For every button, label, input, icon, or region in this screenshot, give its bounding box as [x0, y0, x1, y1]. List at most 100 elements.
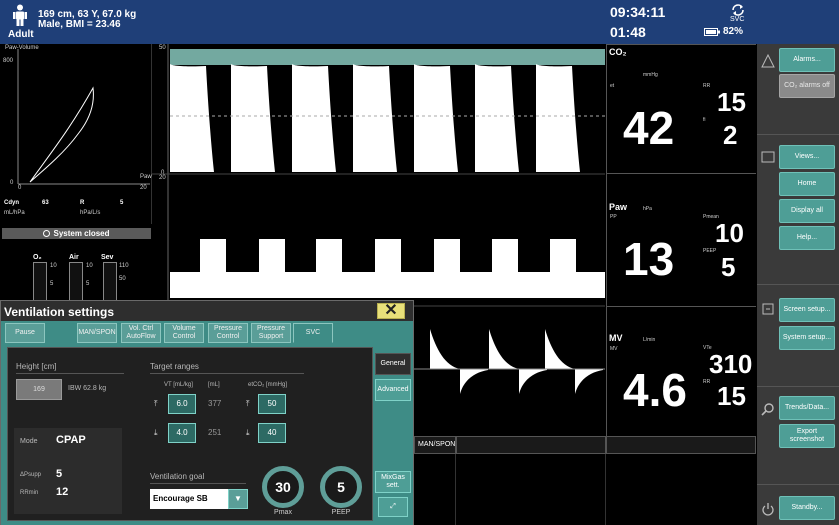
tab-vol-ctrl-autoflow[interactable]: Vol. Ctrl AutoFlow — [121, 323, 161, 343]
etco2-high-field[interactable]: 50 — [258, 394, 286, 414]
co2-rr-label: RR — [703, 83, 711, 89]
peep-value: 5 — [721, 252, 736, 282]
mv-value: 4.6 — [623, 364, 687, 416]
mv-parameter-box[interactable]: MV L/min MV 4.6 VTe 310 RR 15 — [606, 306, 756, 436]
refresh-icon — [732, 4, 744, 16]
co2-wave-cycle-fall — [267, 66, 275, 172]
pressure-volume-loop-panel[interactable]: Paw-Volume 800 0 Paw 20 0 Cdyn 63 R 5 mL… — [0, 44, 152, 224]
dialog-title: Ventilation settings — [4, 305, 115, 319]
help-button[interactable]: Help... — [779, 226, 835, 250]
expand-button[interactable]: ⤢ — [378, 497, 408, 517]
standby-button[interactable]: Standby... — [779, 496, 835, 520]
trends-data-button[interactable]: Trends/Data... — [779, 396, 835, 420]
co2-parameter-box[interactable]: CO₂ mmHg et 42 RR 15 fi 2 — [606, 44, 756, 173]
target-ranges-label: Target ranges — [150, 362, 199, 371]
ventilation-goal-select[interactable]: Encourage SB — [150, 489, 228, 509]
resistance-unit: hPa/L/s — [80, 210, 101, 216]
ibw-text: IBW 62.8 kg — [68, 385, 107, 392]
bottom-tab-man-spon[interactable]: MAN/SPON — [414, 436, 456, 454]
alarm-triangle-icon — [761, 54, 775, 68]
mixgas-settings-button[interactable]: MixGas sett. — [375, 471, 411, 493]
etco2-low-field[interactable]: 40 — [258, 423, 286, 443]
upper-limit-icon: ⤒ — [154, 399, 158, 408]
dropdown-button[interactable]: ▼ — [228, 489, 248, 509]
tab-pressure-support[interactable]: Pressure Support — [251, 323, 291, 343]
pmax-label: Pmax — [274, 509, 292, 516]
psupp-value: 5 — [56, 468, 63, 480]
system-closed-status: System closed — [2, 228, 151, 239]
export-screenshot-button[interactable]: Export screenshot — [779, 424, 835, 448]
co2-fi-value: 2 — [723, 120, 738, 150]
top-bar: Adult 169 cm, 63 Y, 67.0 kg Male, BMI = … — [0, 0, 839, 44]
bottom-empty-area — [414, 454, 757, 525]
paw-sub: PP — [610, 214, 617, 220]
battery-level: 82% — [723, 26, 744, 37]
co2-wave-cycle-fall — [511, 66, 519, 172]
upper-limit-icon: ⤒ — [246, 399, 250, 408]
tab-pause[interactable]: Pause — [5, 323, 45, 343]
svc-settings-panel: Height [cm] 169 IBW 62.8 kg Target range… — [7, 347, 373, 521]
mv-unit: L/min — [643, 337, 656, 343]
paw-title: Paw — [609, 202, 628, 212]
compliance-resistance-row: Cdyn 63 R 5 mL/hPa hPa/L/s — [4, 200, 152, 220]
co2-unit: mmHg — [643, 72, 658, 78]
co2-wave-cycle-fall — [328, 66, 336, 172]
general-tab[interactable]: General — [375, 353, 411, 375]
vt-low-field[interactable]: 4.0 — [168, 423, 196, 443]
advanced-tab[interactable]: Advanced — [375, 379, 411, 401]
views-icon — [761, 151, 775, 163]
flow-exp-cycle — [575, 369, 603, 394]
co2-fi-label: fi — [703, 117, 706, 123]
tab-volume-control[interactable]: Volume Control — [164, 323, 204, 343]
co2-sub: et — [610, 83, 615, 89]
tab-svc[interactable]: SVC — [293, 323, 333, 343]
paw-wave-cycle — [492, 239, 518, 273]
bottom-tab-empty-2[interactable] — [606, 436, 756, 454]
vt-label: VT [mL/kg] — [164, 382, 193, 388]
ventilation-goal-label: Ventilation goal — [150, 472, 205, 481]
vt-unit: [mL] — [208, 382, 220, 388]
display-all-button[interactable]: Display all — [779, 199, 835, 223]
gas-scale-10: 10 — [50, 263, 57, 269]
sidebar-divider — [757, 386, 839, 387]
bottom-tab-empty-1[interactable] — [456, 436, 606, 454]
paw-wave-cycle — [550, 239, 576, 273]
co2-band — [170, 49, 605, 65]
sidebar-divider — [757, 134, 839, 135]
paw-wave-cycle — [259, 239, 285, 273]
flow-exp-cycle — [519, 369, 547, 394]
co2-wave-cycle-fall — [206, 66, 214, 172]
alarms-button[interactable]: Alarms... — [779, 48, 835, 72]
close-button[interactable]: ✕ — [377, 303, 405, 319]
vt-high-ml: 377 — [208, 399, 222, 408]
setup-icon — [762, 303, 774, 315]
home-button[interactable]: Home — [779, 172, 835, 196]
mv-rr-label: RR — [703, 379, 711, 385]
tab-man-spon[interactable]: MAN/SPON — [77, 323, 117, 343]
system-setup-button[interactable]: System setup... — [779, 326, 835, 350]
patient-icon[interactable] — [10, 4, 30, 26]
mode-summary-box: Mode CPAP ΔPsupp 5 RRmin 12 — [14, 428, 122, 514]
rrmin-value: 12 — [56, 486, 69, 498]
pmax-knob[interactable]: 30 — [262, 466, 304, 508]
o2-label: O₂ — [33, 254, 42, 261]
patient-info-line2[interactable]: Male, BMI = 23.46 — [38, 19, 121, 30]
mv-sub: MV — [610, 346, 618, 352]
views-button[interactable]: Views... — [779, 145, 835, 169]
chevron-down-icon: ▼ — [234, 494, 242, 503]
peep-knob[interactable]: 5 — [320, 466, 362, 508]
co2-wave-cycle — [292, 64, 328, 172]
sidebar: Alarms... CO₂ alarms off Views... Home D… — [757, 44, 839, 525]
mv-title: MV — [609, 333, 623, 343]
expand-icon: ⤢ — [390, 503, 396, 511]
co2-alarms-off-button[interactable]: CO₂ alarms off — [779, 74, 835, 98]
paw-parameter-box[interactable]: Paw hPa PP 13 Pmean 10 PEEP 5 — [606, 173, 756, 306]
paw-unit: hPa — [643, 206, 652, 212]
search-icon — [761, 403, 774, 416]
psupp-label: ΔPsupp — [20, 472, 42, 478]
vt-high-field[interactable]: 6.0 — [168, 394, 196, 414]
resistance-label: R — [80, 200, 85, 206]
height-field[interactable]: 169 — [16, 379, 62, 400]
tab-pressure-control[interactable]: Pressure Control — [208, 323, 248, 343]
screen-setup-button[interactable]: Screen setup... — [779, 298, 835, 322]
